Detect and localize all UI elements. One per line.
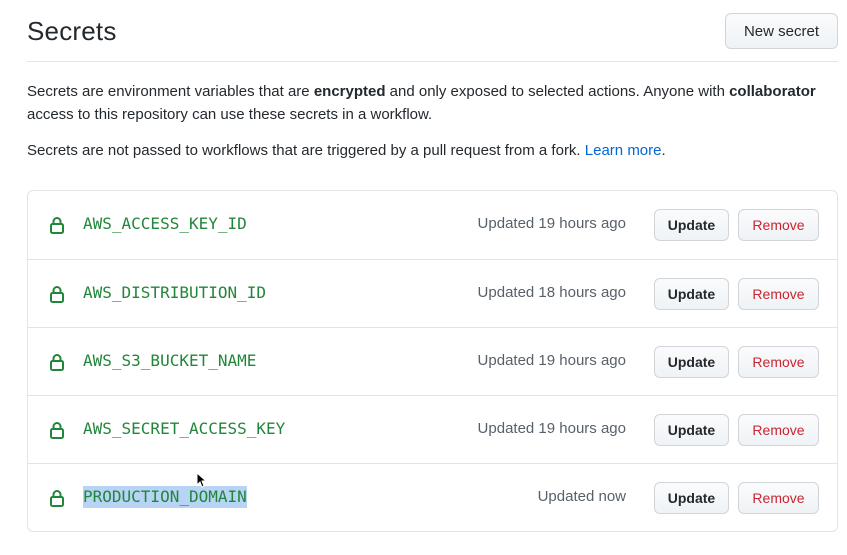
secret-row: AWS_ACCESS_KEY_ID Updated 19 hours ago U… bbox=[28, 191, 837, 259]
secret-name: AWS_ACCESS_KEY_ID bbox=[83, 214, 247, 233]
lock-icon bbox=[50, 422, 64, 439]
lock-icon bbox=[50, 286, 64, 303]
description-paragraph-2: Secrets are not passed to workflows that… bbox=[27, 139, 839, 162]
description-text: and only exposed to selected actions. An… bbox=[385, 83, 730, 100]
description-text: access to this repository can use these … bbox=[27, 106, 433, 123]
lock-icon bbox=[50, 354, 64, 371]
secret-row: AWS_DISTRIBUTION_ID Updated 18 hours ago… bbox=[28, 259, 837, 327]
secret-row: PRODUCTION_DOMAIN Updated now Update Rem… bbox=[28, 463, 837, 531]
remove-secret-button[interactable]: Remove bbox=[738, 209, 819, 241]
secrets-description: Secrets are environment variables that a… bbox=[27, 80, 839, 162]
secret-updated-time: Updated 19 hours ago bbox=[477, 215, 626, 232]
secret-name-selected: PRODUCTION_DOMAIN bbox=[83, 486, 247, 508]
secret-updated-time: Updated 19 hours ago bbox=[477, 352, 626, 369]
description-text: Secrets are not passed to workflows that… bbox=[27, 142, 585, 159]
secret-row: AWS_SECRET_ACCESS_KEY Updated 19 hours a… bbox=[28, 395, 837, 463]
update-secret-button[interactable]: Update bbox=[654, 278, 729, 310]
remove-secret-button[interactable]: Remove bbox=[738, 346, 819, 378]
secret-updated-time: Updated 18 hours ago bbox=[477, 284, 626, 301]
page-header: Secrets New secret bbox=[27, 12, 838, 62]
new-secret-button[interactable]: New secret bbox=[724, 13, 838, 49]
update-secret-button[interactable]: Update bbox=[654, 346, 729, 378]
description-emphasis-encrypted: encrypted bbox=[313, 83, 386, 100]
description-emphasis-collaborator: collaborator bbox=[729, 83, 816, 100]
learn-more-link[interactable]: Learn more bbox=[585, 142, 662, 159]
description-text: Secrets are environment variables that a… bbox=[27, 83, 314, 100]
page-title: Secrets bbox=[27, 16, 117, 46]
secret-name: AWS_DISTRIBUTION_ID bbox=[83, 283, 267, 302]
secret-updated-time: Updated 19 hours ago bbox=[477, 420, 626, 437]
remove-secret-button[interactable]: Remove bbox=[738, 278, 819, 310]
secret-updated-time: Updated now bbox=[537, 488, 626, 505]
secret-name: AWS_SECRET_ACCESS_KEY bbox=[83, 419, 286, 438]
secret-name: AWS_S3_BUCKET_NAME bbox=[83, 351, 257, 370]
update-secret-button[interactable]: Update bbox=[654, 414, 729, 446]
remove-secret-button[interactable]: Remove bbox=[738, 482, 819, 514]
update-secret-button[interactable]: Update bbox=[654, 482, 729, 514]
update-secret-button[interactable]: Update bbox=[654, 209, 729, 241]
lock-icon bbox=[50, 490, 64, 507]
secret-row: AWS_S3_BUCKET_NAME Updated 19 hours ago … bbox=[28, 327, 837, 395]
remove-secret-button[interactable]: Remove bbox=[738, 414, 819, 446]
description-text: . bbox=[661, 142, 666, 159]
mouse-cursor-icon bbox=[196, 472, 206, 488]
secrets-list: AWS_ACCESS_KEY_ID Updated 19 hours ago U… bbox=[27, 190, 838, 532]
lock-icon bbox=[50, 217, 64, 234]
description-paragraph-1: Secrets are environment variables that a… bbox=[27, 80, 839, 126]
